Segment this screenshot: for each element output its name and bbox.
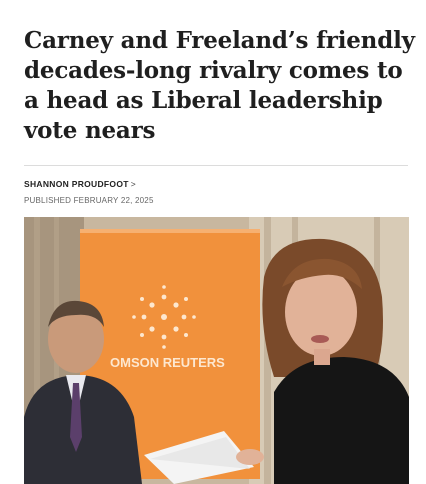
author-name-link[interactable]: SHANNON PROUDFOOT	[24, 179, 129, 189]
published-date: PUBLISHED FEBRUARY 22, 2025	[24, 196, 154, 205]
divider	[24, 165, 408, 166]
article-photo: OMSON REUTERS	[24, 217, 409, 484]
article-headline: Carney and Freeland’s friendly decades-l…	[24, 27, 415, 144]
backdrop-text: OMSON REUTERS	[110, 355, 225, 370]
chevron-right-icon: >	[130, 179, 137, 189]
author-byline[interactable]: SHANNON PROUDFOOT >	[24, 179, 136, 189]
